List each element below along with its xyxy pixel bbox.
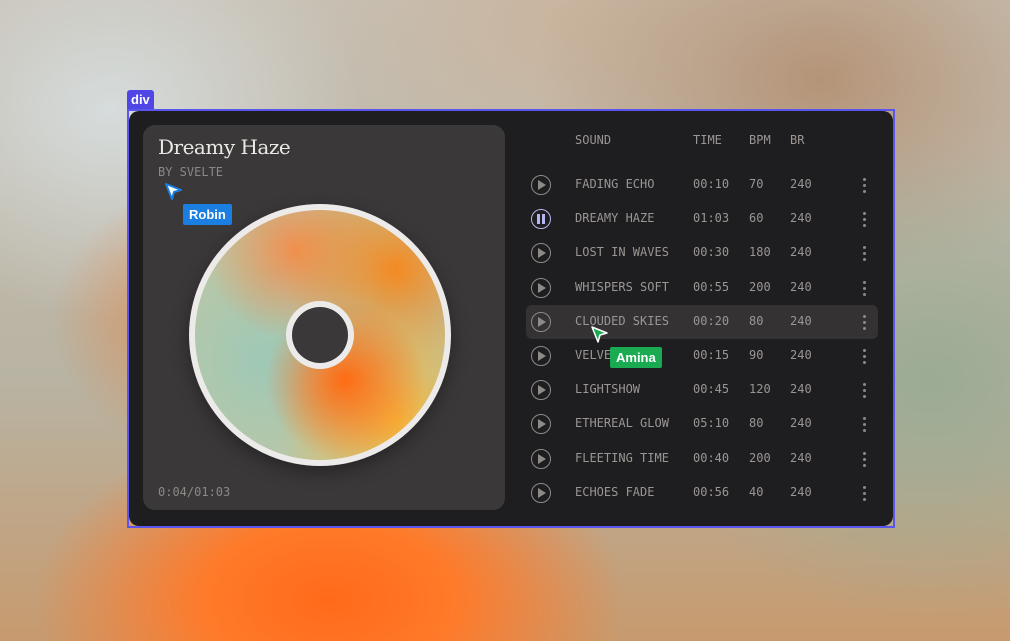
more-options-icon[interactable] xyxy=(857,381,871,399)
playback-time: 0:04/01:03 xyxy=(158,485,231,499)
more-options-icon[interactable] xyxy=(857,415,871,433)
more-options-icon[interactable] xyxy=(857,279,871,297)
track-br: 240 xyxy=(790,245,812,260)
track-time: 00:40 xyxy=(693,450,730,465)
track-br: 240 xyxy=(790,450,812,465)
column-header-time: TIME xyxy=(693,133,722,147)
track-name: FADING ECHO xyxy=(575,177,655,191)
track-br: 240 xyxy=(790,348,812,362)
cursor-robin-label: Robin xyxy=(183,204,232,225)
track-row[interactable]: FLEETING TIME 00:40 200 240 xyxy=(526,442,878,476)
track-name: ECHOES FADE xyxy=(575,484,655,499)
cursor-robin-icon xyxy=(165,183,182,200)
pause-button[interactable] xyxy=(531,209,551,230)
track-time: 00:20 xyxy=(693,313,730,328)
track-bpm: 60 xyxy=(749,211,764,226)
track-name: FLEETING TIME xyxy=(575,450,669,465)
column-header-sound: SOUND xyxy=(575,133,612,147)
track-row[interactable]: DREAMY HAZE 01:03 60 240 xyxy=(526,202,878,236)
track-br: 240 xyxy=(790,177,812,191)
play-button[interactable] xyxy=(531,243,551,264)
track-row[interactable]: FADING ECHO 00:10 70 240 xyxy=(526,168,878,202)
music-player: Dreamy Haze BY SVELTE 0:04/01:03 SOUND T… xyxy=(129,111,893,526)
play-button[interactable] xyxy=(531,414,551,435)
track-title: Dreamy Haze xyxy=(158,135,291,159)
track-br: 240 xyxy=(790,484,812,499)
play-button[interactable] xyxy=(531,175,551,195)
track-time: 01:03 xyxy=(693,211,730,226)
play-button[interactable] xyxy=(531,482,551,503)
track-time: 05:10 xyxy=(693,416,730,431)
track-br: 240 xyxy=(790,416,812,431)
track-name: WHISPERS SOFT xyxy=(575,279,669,294)
more-options-icon[interactable] xyxy=(857,450,871,468)
play-button[interactable] xyxy=(531,448,551,469)
track-artist: BY SVELTE xyxy=(158,165,224,179)
track-name: LIGHTSHOW xyxy=(575,382,641,397)
track-bpm: 70 xyxy=(749,177,764,191)
track-bpm: 120 xyxy=(749,382,771,397)
track-time: 00:45 xyxy=(693,382,730,397)
more-options-icon[interactable] xyxy=(857,484,871,502)
track-row[interactable]: LIGHTSHOW 00:45 120 240 xyxy=(526,373,878,407)
track-bpm: 80 xyxy=(749,416,764,431)
track-name: LOST IN WAVES xyxy=(575,245,669,260)
track-br: 240 xyxy=(790,382,812,397)
cursor-amina-label: Amina xyxy=(610,347,662,368)
track-bpm: 90 xyxy=(749,348,764,362)
now-playing-card: Dreamy Haze BY SVELTE 0:04/01:03 xyxy=(143,125,505,510)
track-time: 00:56 xyxy=(693,484,730,499)
track-name: DREAMY HAZE xyxy=(575,211,655,226)
track-row[interactable]: ETHEREAL GLOW 05:10 80 240 xyxy=(526,407,878,441)
track-bpm: 200 xyxy=(749,450,771,465)
track-bpm: 180 xyxy=(749,245,771,260)
play-button[interactable] xyxy=(531,277,551,298)
play-button[interactable] xyxy=(531,311,551,332)
track-row[interactable]: CLOUDED SKIES 00:20 80 240 xyxy=(526,304,878,339)
column-header-bpm: BPM xyxy=(749,133,771,147)
selection-label: div xyxy=(127,90,154,109)
more-options-icon[interactable] xyxy=(857,244,871,262)
track-bpm: 200 xyxy=(749,279,771,294)
track-bpm: 80 xyxy=(749,313,764,328)
track-br: 240 xyxy=(790,211,812,226)
more-options-icon[interactable] xyxy=(857,210,871,228)
track-bpm: 40 xyxy=(749,484,764,499)
track-time: 00:55 xyxy=(693,279,730,294)
track-name: ETHEREAL GLOW xyxy=(575,416,669,431)
disc-hole xyxy=(286,301,354,369)
track-br: 240 xyxy=(790,279,812,294)
track-time: 00:30 xyxy=(693,245,730,260)
more-options-icon[interactable] xyxy=(857,176,871,194)
cursor-amina-icon xyxy=(591,326,608,343)
more-options-icon[interactable] xyxy=(857,313,871,331)
play-button[interactable] xyxy=(531,346,551,366)
track-row[interactable]: ECHOES FADE 00:56 40 240 xyxy=(526,476,878,510)
column-header-br: BR xyxy=(790,133,805,147)
track-row[interactable]: VELVET 00:15 90 240 xyxy=(526,339,878,373)
track-time: 00:15 xyxy=(693,348,730,362)
play-button[interactable] xyxy=(531,380,551,401)
track-br: 240 xyxy=(790,313,812,328)
more-options-icon[interactable] xyxy=(857,347,871,365)
track-row[interactable]: WHISPERS SOFT 00:55 200 240 xyxy=(526,271,878,305)
album-disc xyxy=(189,204,451,466)
track-row[interactable]: LOST IN WAVES 00:30 180 240 xyxy=(526,236,878,270)
track-time: 00:10 xyxy=(693,177,730,191)
